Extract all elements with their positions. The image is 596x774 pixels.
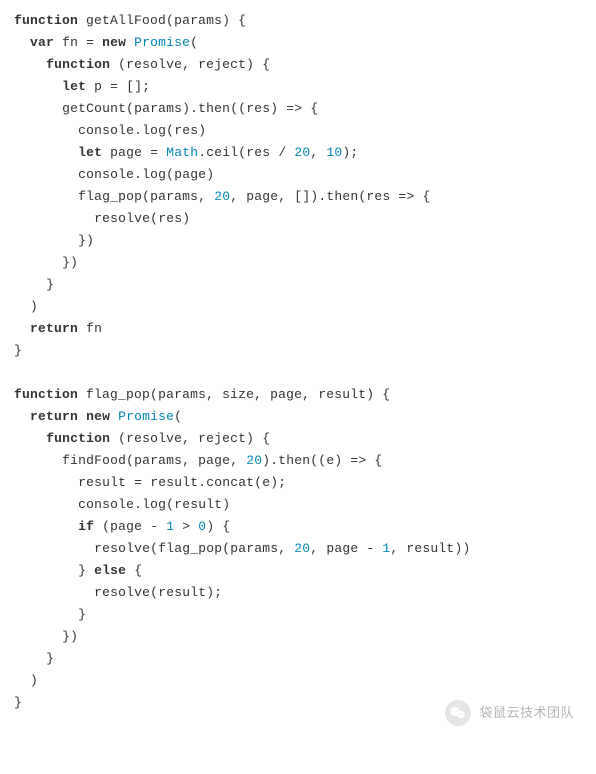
code-line: let p = []; bbox=[14, 76, 582, 98]
code-line: } bbox=[14, 648, 582, 670]
watermark-text: 袋鼠云技术团队 bbox=[479, 702, 574, 724]
code-line: ) bbox=[14, 670, 582, 692]
code-line: return fn bbox=[14, 318, 582, 340]
code-line: function (resolve, reject) { bbox=[14, 428, 582, 450]
code-line: } else { bbox=[14, 560, 582, 582]
code-line: resolve(flag_pop(params, 20, page - 1, r… bbox=[14, 538, 582, 560]
code-line: console.log(page) bbox=[14, 164, 582, 186]
code-line: let page = Math.ceil(res / 20, 10); bbox=[14, 142, 582, 164]
code-line: getCount(params).then((res) => { bbox=[14, 98, 582, 120]
code-line: result = result.concat(e); bbox=[14, 472, 582, 494]
code-line: resolve(res) bbox=[14, 208, 582, 230]
code-line: } bbox=[14, 274, 582, 296]
code-line: } bbox=[14, 340, 582, 362]
code-line: return new Promise( bbox=[14, 406, 582, 428]
code-line: function (resolve, reject) { bbox=[14, 54, 582, 76]
code-line: if (page - 1 > 0) { bbox=[14, 516, 582, 538]
code-block: function getAllFood(params) { var fn = n… bbox=[0, 0, 596, 724]
code-line: } bbox=[14, 604, 582, 626]
code-line: }) bbox=[14, 626, 582, 648]
code-line: findFood(params, page, 20).then((e) => { bbox=[14, 450, 582, 472]
code-line: flag_pop(params, 20, page, []).then(res … bbox=[14, 186, 582, 208]
code-line: }) bbox=[14, 252, 582, 274]
code-line: function getAllFood(params) { bbox=[14, 10, 582, 32]
code-line: function flag_pop(params, size, page, re… bbox=[14, 384, 582, 406]
code-line: var fn = new Promise( bbox=[14, 32, 582, 54]
code-line bbox=[14, 362, 582, 384]
code-line: console.log(res) bbox=[14, 120, 582, 142]
code-line: console.log(result) bbox=[14, 494, 582, 516]
watermark: 袋鼠云技术团队 bbox=[445, 700, 574, 726]
wechat-icon bbox=[445, 700, 471, 726]
code-line: ) bbox=[14, 296, 582, 318]
code-line: resolve(result); bbox=[14, 582, 582, 604]
code-line: }) bbox=[14, 230, 582, 252]
